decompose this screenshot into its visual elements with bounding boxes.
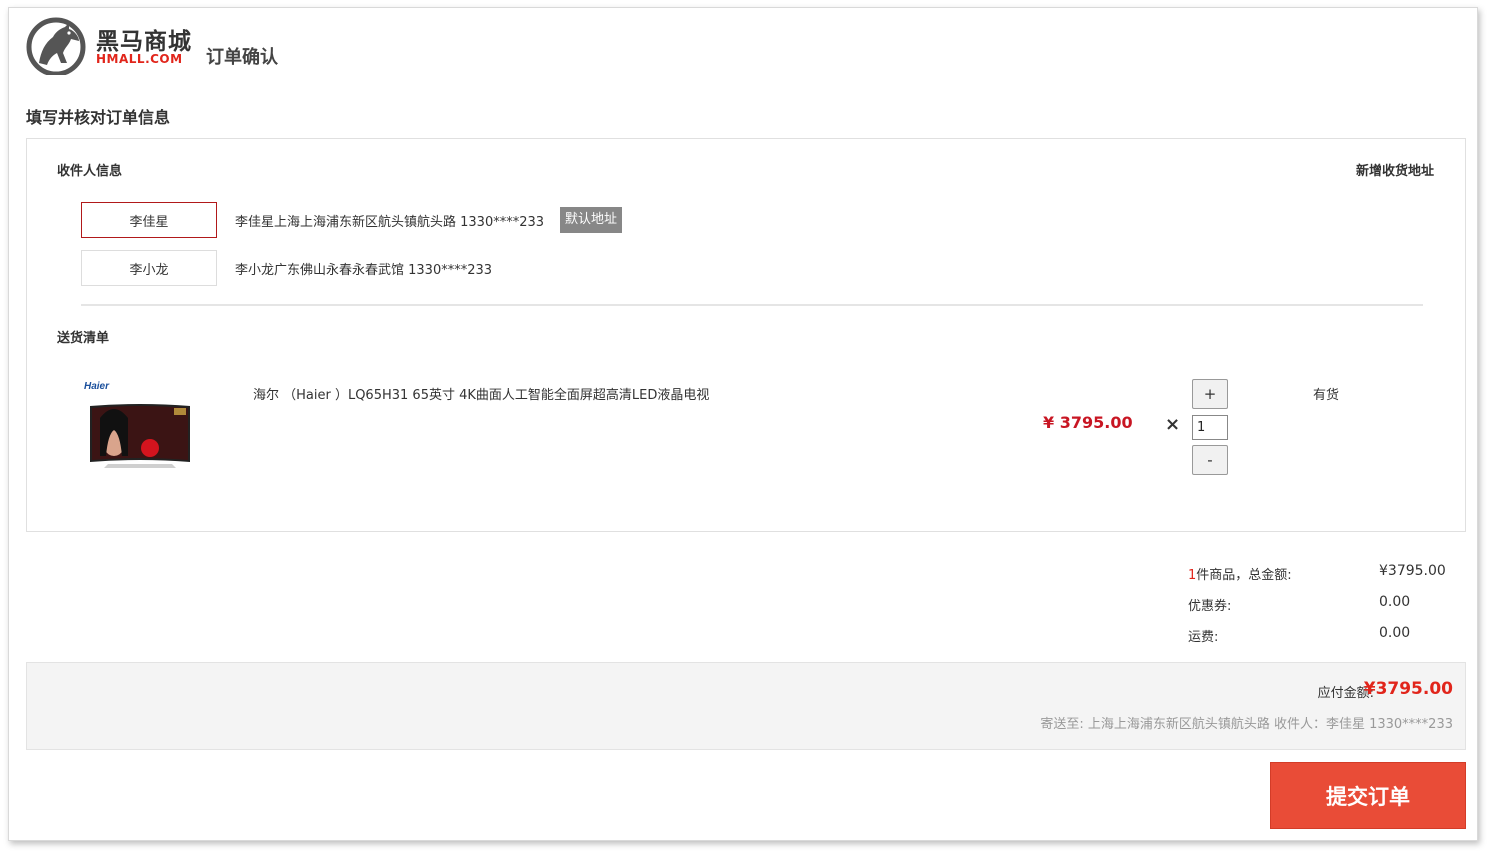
section-divider: [81, 304, 1423, 306]
payable-amount: ¥3795.00: [1363, 679, 1453, 699]
address-row: 李小龙 李小龙广东佛山永春永春武馆 1330****233: [81, 250, 492, 286]
item-count-label: 件商品，总金额:: [1196, 568, 1292, 583]
coupon-label: 优惠券:: [1188, 599, 1232, 614]
brand-name-cn: 黑马商城: [96, 29, 192, 55]
summary-total-label: 1件商品，总金额:: [1188, 564, 1292, 583]
address-name-button[interactable]: 李佳星: [81, 202, 217, 238]
order-info-box: [26, 138, 1466, 532]
page-title: 订单确认: [206, 47, 278, 68]
freight-value: 0.00: [1379, 625, 1411, 641]
payment-summary-box: [26, 662, 1466, 750]
multiply-sign: ×: [1165, 414, 1181, 435]
receiver-info-label: 收件人信息: [57, 164, 123, 179]
address-name-button[interactable]: 李小龙: [81, 250, 217, 286]
address-row: 李佳星 李佳星上海上海浦东新区航头镇航头路 1330****233 默认地址: [81, 202, 623, 238]
address-detail: 李佳星上海上海浦东新区航头镇航头路 1330****233: [235, 214, 545, 230]
submit-order-button[interactable]: 提交订单: [1270, 762, 1466, 829]
brand-name-en: HMALL.COM: [96, 52, 183, 66]
freight-label: 运费:: [1188, 630, 1219, 645]
product-image[interactable]: Haier: [84, 378, 194, 472]
ship-to-info: 寄送至: 上海上海浦东新区航头镇航头路 收件人：李佳星 1330****233: [1040, 717, 1453, 732]
quantity-input[interactable]: [1192, 415, 1228, 440]
product-name[interactable]: 海尔 （Haier ）LQ65H31 65英寸 4K曲面人工智能全面屏超高清LE…: [253, 384, 709, 403]
product-price: ¥ 3795.00: [1043, 413, 1133, 432]
hmall-horse-logo-icon: [26, 17, 86, 75]
haier-brand-logo: Haier: [84, 381, 110, 392]
default-address-badge: 默认地址: [560, 207, 623, 233]
quantity-minus-button[interactable]: -: [1192, 445, 1228, 475]
delivery-list-label: 送货清单: [57, 331, 110, 346]
coupon-value: 0.00: [1379, 594, 1411, 610]
quantity-plus-button[interactable]: +: [1192, 379, 1228, 409]
stock-status: 有货: [1313, 388, 1340, 403]
summary-total-value: ¥3795.00: [1379, 563, 1446, 579]
address-detail: 李小龙广东佛山永春永春武馆 1330****233: [235, 262, 493, 278]
section-title: 填写并核对订单信息: [26, 108, 171, 127]
add-address-link[interactable]: 新增收货地址: [1356, 160, 1434, 179]
